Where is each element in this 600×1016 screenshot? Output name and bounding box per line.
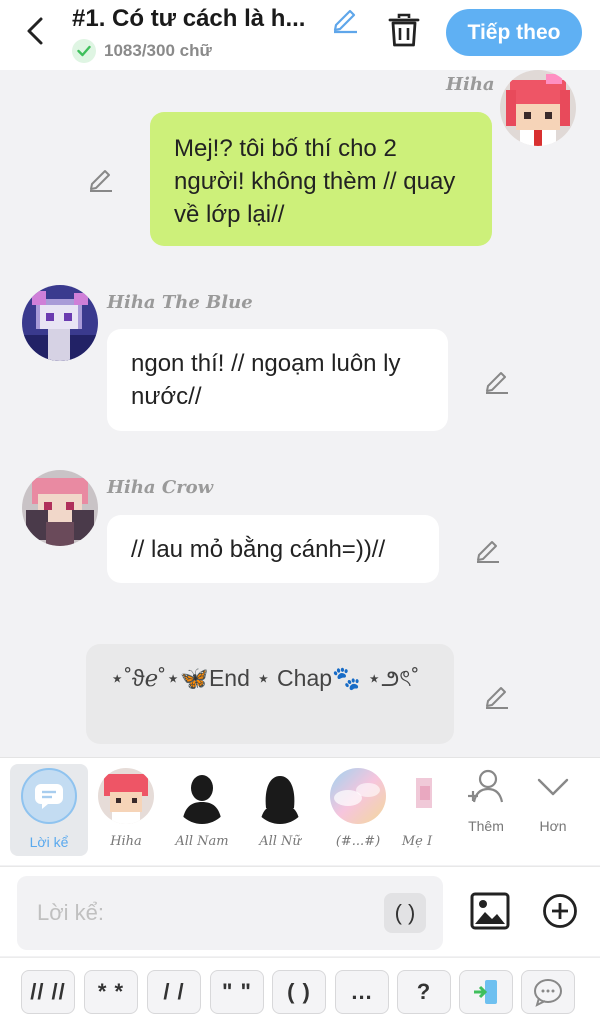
delete-button[interactable] <box>386 12 422 50</box>
check-icon <box>72 39 96 63</box>
pencil-icon <box>486 372 508 394</box>
add-person-icon <box>468 769 504 803</box>
avatar[interactable] <box>500 70 576 146</box>
female-silhouette-icon <box>252 768 308 824</box>
add-character-label: Thêm <box>468 818 504 834</box>
quick-insert-bar: // // * * / / " " ( ) ... ? <box>0 957 600 1016</box>
quick-button-ellipsis[interactable]: ... <box>335 970 389 1014</box>
quick-button-insert[interactable] <box>459 970 513 1014</box>
pastel-clouds-avatar-icon <box>330 768 386 824</box>
chevron-down-icon <box>537 778 569 796</box>
quick-button-parentheses[interactable]: ( ) <box>272 970 326 1014</box>
message-input[interactable] <box>17 876 443 950</box>
plus-circle-icon <box>543 894 577 928</box>
speaker-name: Hiha <box>446 74 495 95</box>
quick-button-double-slash[interactable]: // // <box>21 970 75 1014</box>
character-label: All Nam <box>175 834 229 849</box>
quick-button-question[interactable]: ? <box>397 970 451 1014</box>
character-label: Mẹ I <box>401 834 433 849</box>
word-count-text: 1083/300 chữ <box>104 41 212 60</box>
insert-image-button[interactable] <box>470 891 510 931</box>
edit-message-button[interactable] <box>473 535 503 565</box>
character-label: Hiha <box>110 834 142 849</box>
chat-bubble-icon <box>534 979 562 1007</box>
male-silhouette-icon <box>174 768 230 824</box>
insert-parentheses-button[interactable]: ( ) <box>384 893 426 933</box>
edit-message-button[interactable] <box>482 366 512 396</box>
character-item[interactable]: Hiha <box>88 764 164 856</box>
avatar <box>402 768 432 824</box>
back-button[interactable] <box>18 14 52 48</box>
pencil-icon <box>333 9 357 34</box>
top-bar: #1. Có tư cách là h... 1083/300 chữ Tiếp… <box>0 0 600 70</box>
pencil-icon <box>477 541 499 563</box>
narration-label: Lời kể <box>29 834 69 850</box>
edit-message-button[interactable] <box>86 164 116 194</box>
character-label: (#...#) <box>335 834 381 849</box>
avatar[interactable] <box>22 285 98 361</box>
quick-button-slash[interactable]: / / <box>147 970 201 1014</box>
add-character-button[interactable]: Thêm <box>456 766 516 834</box>
image-icon <box>470 892 510 930</box>
word-count: 1083/300 chữ <box>72 39 212 63</box>
speaker-name: Hiha Crow <box>107 477 214 498</box>
pencil-icon <box>90 170 112 192</box>
narration-bubble[interactable]: ⋆˚ϑℯ˚⋆🦋End ⋆ Chap🐾 ⋆౨ৎ˚ <box>86 644 454 744</box>
edit-title-button[interactable] <box>330 4 360 34</box>
enter-phone-icon <box>474 980 497 1004</box>
composer: ( ) <box>0 866 600 956</box>
chevron-left-icon <box>27 17 43 45</box>
character-item[interactable]: All Nam <box>164 764 240 856</box>
character-label: All Nữ <box>259 834 301 849</box>
quick-button-quotes[interactable]: " " <box>210 970 264 1014</box>
message-bubble[interactable]: ngon thí! // ngoạm luôn ly nước// <box>107 329 448 431</box>
message-bubble[interactable]: Mej!? tôi bố thí cho 2 người! không thèm… <box>150 112 492 246</box>
pencil-icon <box>486 687 508 709</box>
expand-label: Hơn <box>539 818 567 834</box>
chapter-title: #1. Có tư cách là h... <box>72 5 306 32</box>
character-item[interactable]: (#...#) <box>320 764 396 856</box>
narration-selector[interactable]: Lời kể <box>10 764 88 856</box>
character-item[interactable]: All Nữ <box>242 764 318 856</box>
character-selector: Lời kể Hiha All Nam All Nữ (#...#) Mẹ I … <box>0 757 600 865</box>
character-item[interactable]: Mẹ I <box>396 764 438 856</box>
avatar[interactable] <box>22 470 98 546</box>
next-button[interactable]: Tiếp theo <box>446 9 582 56</box>
edit-message-button[interactable] <box>482 681 512 711</box>
speaker-name: Hiha The Blue <box>107 292 253 313</box>
expand-button[interactable]: Hơn <box>523 766 583 834</box>
add-button[interactable] <box>542 893 578 929</box>
avatar <box>98 768 154 824</box>
chat-bubble-icon <box>21 768 77 824</box>
trash-icon <box>388 13 420 47</box>
quick-button-chat[interactable] <box>521 970 575 1014</box>
quick-button-asterisks[interactable]: * * <box>84 970 138 1014</box>
message-bubble[interactable]: // lau mỏ bằng cánh=))// <box>107 515 439 583</box>
